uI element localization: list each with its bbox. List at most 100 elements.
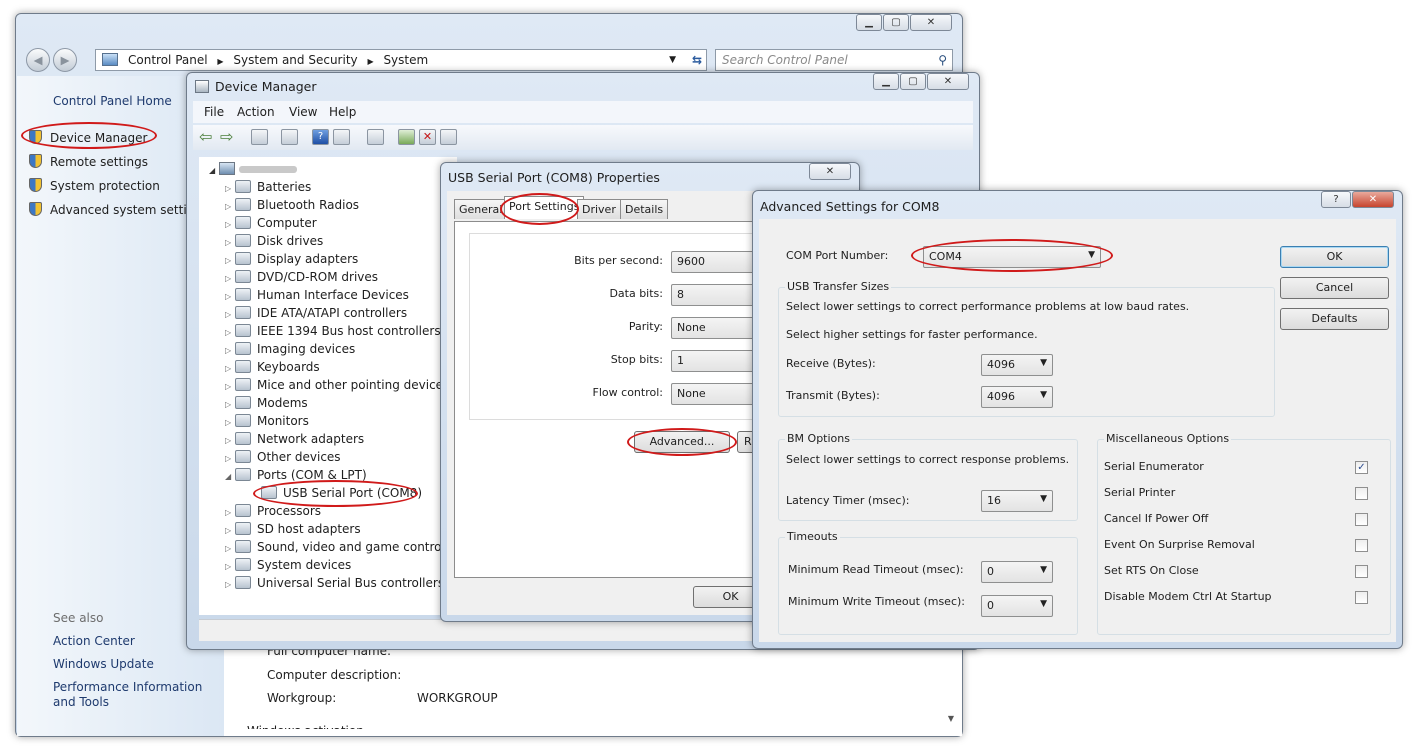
refresh-icon[interactable]: ⇆ xyxy=(692,50,702,70)
tree-root[interactable]: ◢ xyxy=(209,162,297,176)
transmit-label: Transmit (Bytes): xyxy=(786,389,880,402)
show-hidden-icon[interactable] xyxy=(333,129,350,145)
control-panel-home-link[interactable]: Control Panel Home xyxy=(53,94,172,108)
receive-value: 4096 xyxy=(987,358,1015,371)
menu-help[interactable]: Help xyxy=(329,101,356,123)
tree-item[interactable]: ▷ IEEE 1394 Bus host controllers xyxy=(225,322,441,340)
minimize-button[interactable]: ▁ xyxy=(856,14,882,31)
port-setting-select[interactable]: 9600 xyxy=(671,251,761,273)
tree-item[interactable]: ▷ Keyboards xyxy=(225,358,320,376)
menu-action[interactable]: Action xyxy=(237,101,275,123)
maximize-button[interactable]: ▢ xyxy=(883,14,909,31)
device-category-icon xyxy=(235,306,251,319)
tree-item-label: DVD/CD-ROM drives xyxy=(257,270,379,284)
port-setting-select[interactable]: None xyxy=(671,317,761,339)
tree-item[interactable]: ▷ Network adapters xyxy=(225,430,364,448)
misc-option-checkbox[interactable]: ✓ xyxy=(1355,461,1368,474)
tree-item[interactable]: ▷ Computer xyxy=(225,214,317,232)
vertical-scrollbar[interactable]: ▼ xyxy=(944,714,958,734)
tree-item[interactable]: ▷ SD host adapters xyxy=(225,520,361,538)
tree-item[interactable]: ▷ Disk drives xyxy=(225,232,323,250)
breadcrumb-item[interactable]: System xyxy=(383,53,428,67)
port-setting-select[interactable]: 1 xyxy=(671,350,761,372)
misc-option-checkbox[interactable] xyxy=(1355,565,1368,578)
update-driver-icon[interactable] xyxy=(398,129,415,145)
tree-item[interactable]: ▷ Bluetooth Radios xyxy=(225,196,359,214)
misc-option-checkbox[interactable] xyxy=(1355,513,1368,526)
tree-item-label: SD host adapters xyxy=(257,522,361,536)
ok-button[interactable]: OK xyxy=(1280,246,1389,268)
misc-option-checkbox[interactable] xyxy=(1355,487,1368,500)
see-also-action-center[interactable]: Action Center xyxy=(53,634,135,648)
disable-icon[interactable] xyxy=(440,129,457,145)
cancel-button[interactable]: Cancel xyxy=(1280,277,1389,299)
tree-item[interactable]: ▷ Universal Serial Bus controllers xyxy=(225,574,444,592)
tree-item[interactable]: ▷ Sound, video and game controllers xyxy=(225,538,457,556)
tab-details[interactable]: Details xyxy=(620,199,669,219)
properties-icon[interactable] xyxy=(281,129,298,145)
menu-bar: File Action View Help xyxy=(193,101,973,123)
tree-item[interactable]: ▷ Other devices xyxy=(225,448,341,466)
tree-expand-icon[interactable]: ▷ xyxy=(225,576,235,594)
tree-item[interactable]: ▷ Modems xyxy=(225,394,308,412)
uninstall-icon[interactable]: ✕ xyxy=(419,129,436,145)
see-also-performance[interactable]: Performance Information and Tools xyxy=(53,680,218,710)
help-icon[interactable]: ? xyxy=(312,129,329,145)
minimize-button[interactable]: ▁ xyxy=(873,73,899,90)
menu-view[interactable]: View xyxy=(289,101,317,123)
tab-driver[interactable]: Driver xyxy=(577,199,621,219)
tree-view-icon[interactable] xyxy=(251,129,268,145)
close-button[interactable]: ✕ xyxy=(910,14,952,31)
tree-item[interactable]: ▷ DVD/CD-ROM drives xyxy=(225,268,378,286)
device-category-icon xyxy=(235,558,251,571)
help-button[interactable]: ? xyxy=(1321,191,1351,208)
tree-item[interactable]: ▷ System devices xyxy=(225,556,351,574)
usb-hint-high: Select higher settings for faster perfor… xyxy=(786,328,1038,341)
menu-file[interactable]: File xyxy=(204,101,224,123)
tree-item-label: Modems xyxy=(257,396,308,410)
close-button[interactable]: ✕ xyxy=(809,163,851,180)
task-system-protection[interactable]: System protection xyxy=(29,178,160,193)
tree-item[interactable]: ▷ Display adapters xyxy=(225,250,358,268)
write-timeout-select[interactable]: 0 ▼ xyxy=(981,595,1053,617)
task-remote-settings[interactable]: Remote settings xyxy=(29,154,148,169)
tree-item[interactable]: ▷ IDE ATA/ATAPI controllers xyxy=(225,304,407,322)
address-dropdown-icon[interactable]: ▼ xyxy=(669,50,676,70)
back-arrow-icon[interactable]: ⇦ xyxy=(199,127,212,146)
highlight-port-settings-tab xyxy=(500,193,579,225)
transmit-select[interactable]: 4096 ▼ xyxy=(981,386,1053,408)
breadcrumb-item[interactable]: System and Security xyxy=(233,53,357,67)
scan-hardware-icon[interactable] xyxy=(367,129,384,145)
tree-collapse-icon[interactable]: ◢ xyxy=(225,468,235,486)
misc-option-checkbox[interactable] xyxy=(1355,591,1368,604)
receive-select[interactable]: 4096 ▼ xyxy=(981,354,1053,376)
tree-item[interactable]: ▷ Monitors xyxy=(225,412,309,430)
port-setting-select[interactable]: None xyxy=(671,383,761,405)
tree-item[interactable]: ▷ Batteries xyxy=(225,178,311,196)
latency-select[interactable]: 16 ▼ xyxy=(981,490,1053,512)
close-button[interactable]: ✕ xyxy=(1352,191,1394,208)
search-input[interactable]: Search Control Panel ⚲ xyxy=(715,49,953,71)
misc-option-label: Disable Modem Ctrl At Startup xyxy=(1104,590,1272,603)
breadcrumb-item[interactable]: Control Panel xyxy=(128,53,208,67)
tree-item[interactable]: ▷ Imaging devices xyxy=(225,340,355,358)
close-button[interactable]: ✕ xyxy=(927,73,969,90)
tree-item[interactable]: ▷ Human Interface Devices xyxy=(225,286,409,304)
read-timeout-select[interactable]: 0 ▼ xyxy=(981,561,1053,583)
see-also-windows-update[interactable]: Windows Update xyxy=(53,657,154,671)
highlight-device-manager xyxy=(21,122,157,149)
misc-option-checkbox[interactable] xyxy=(1355,539,1368,552)
forward-arrow-icon[interactable]: ⇨ xyxy=(220,127,233,146)
maximize-button[interactable]: ▢ xyxy=(900,73,926,90)
address-bar[interactable]: Control Panel ▶ System and Security ▶ Sy… xyxy=(95,49,707,71)
defaults-button[interactable]: Defaults xyxy=(1280,308,1389,330)
forward-button[interactable]: ▶ xyxy=(53,48,77,72)
shield-icon xyxy=(29,202,42,216)
port-setting-select[interactable]: 8 xyxy=(671,284,761,306)
search-icon[interactable]: ⚲ xyxy=(938,50,947,70)
back-button[interactable]: ◀ xyxy=(26,48,50,72)
tree-collapse-icon[interactable]: ◢ xyxy=(209,166,215,175)
device-category-icon xyxy=(235,504,251,517)
tree-item[interactable]: ▷ Mice and other pointing devices xyxy=(225,376,449,394)
task-advanced-system-settings[interactable]: Advanced system settings xyxy=(29,202,208,217)
